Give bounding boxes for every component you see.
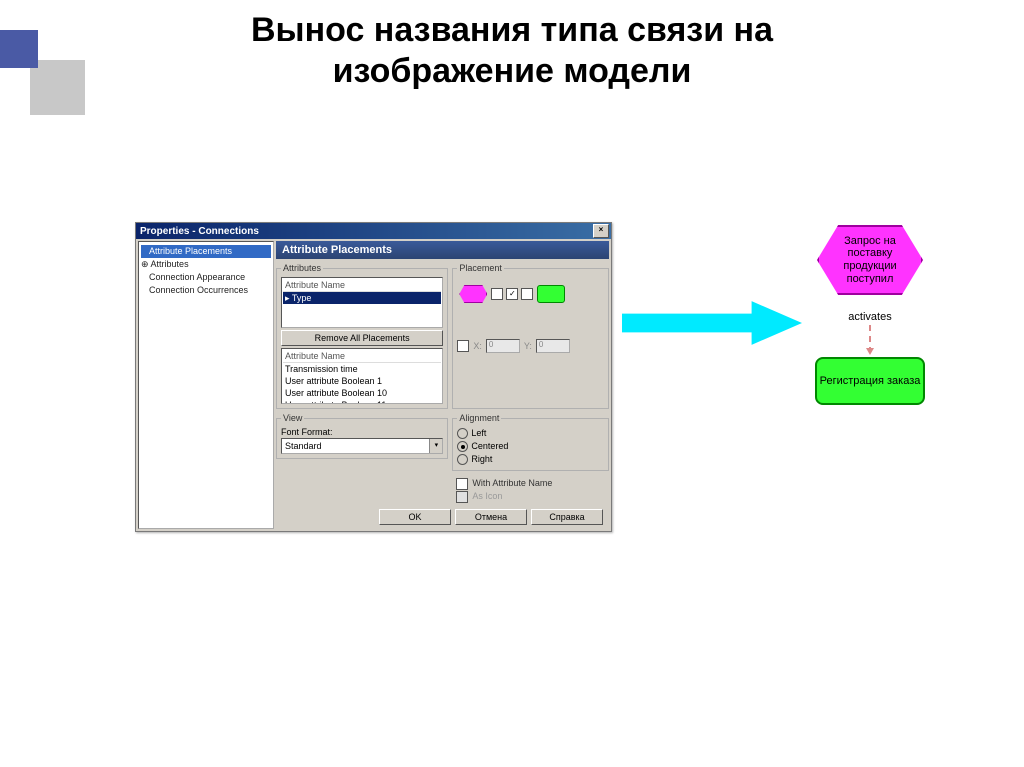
function-node: Регистрация заказа	[815, 357, 925, 405]
diagram: Запрос на поставку продукции поступил ac…	[790, 225, 950, 405]
list-header-top: Attribute Name	[283, 279, 441, 292]
connector-line	[869, 325, 871, 353]
x-input[interactable]: 0	[486, 339, 520, 353]
event-node: Запрос на поставку продукции поступил	[817, 225, 923, 295]
event-shape-icon[interactable]	[459, 285, 487, 303]
col-placement: Placement ✓	[452, 263, 609, 505]
font-format-dropdown[interactable]: Standard ▾	[281, 438, 443, 454]
slide-title: Вынос названия типа связи на изображение…	[0, 10, 1024, 92]
properties-dialog: Properties - Connections × Attribute Pla…	[135, 222, 612, 532]
view-legend: View	[281, 413, 304, 423]
list-header-bottom: Attribute Name	[283, 350, 441, 363]
y-input[interactable]: 0	[536, 339, 570, 353]
alignment-group: Alignment Left Centered Right	[452, 413, 609, 471]
function-shape-icon[interactable]	[537, 285, 565, 303]
dialog-buttons: OK Отмена Справка	[276, 505, 609, 529]
placement-preview: ✓	[457, 277, 604, 311]
content-panel: Attribute Placements Attributes Attribut…	[276, 239, 611, 531]
placement-checkboxes: ✓	[491, 288, 533, 300]
font-format-label: Font Format:	[281, 427, 443, 437]
placement-chk-1[interactable]	[491, 288, 503, 300]
section-header: Attribute Placements	[276, 241, 609, 259]
ok-button[interactable]: OK	[379, 509, 451, 525]
chk-with-attr-name[interactable]: With Attribute Name	[456, 477, 605, 490]
y-label: Y:	[524, 341, 532, 351]
tree-item-attributes[interactable]: ⊕ Attributes	[141, 258, 271, 271]
tree-item-connection-appearance[interactable]: Connection Appearance	[141, 271, 271, 284]
close-button[interactable]: ×	[593, 224, 609, 238]
event-text: Запрос на поставку продукции поступил	[833, 235, 907, 286]
list-row-type[interactable]: ▸ Type	[283, 292, 441, 304]
dropdown-arrow-icon: ▾	[429, 439, 442, 453]
main-cols: Attributes Attribute Name ▸ Type Remove …	[276, 263, 609, 505]
attr-item-3[interactable]: User attribute Boolean 11	[283, 399, 441, 404]
tree-item-connection-occurrences[interactable]: Connection Occurrences	[141, 284, 271, 297]
placement-group: Placement ✓	[452, 263, 609, 409]
remove-all-button[interactable]: Remove All Placements	[281, 330, 443, 346]
alignment-legend: Alignment	[457, 413, 501, 423]
xy-row: X: 0 Y: 0	[457, 339, 604, 353]
dialog-body: Attribute Placements ⊕ Attributes Connec…	[136, 239, 611, 531]
available-attributes-list[interactable]: Attribute Name Transmission time User at…	[281, 348, 443, 404]
attr-item-0[interactable]: Transmission time	[283, 363, 441, 375]
col-attributes: Attributes Attribute Name ▸ Type Remove …	[276, 263, 448, 505]
title-line2: изображение модели	[333, 52, 692, 90]
titlebar[interactable]: Properties - Connections ×	[136, 223, 611, 239]
chk-as-icon: As Icon	[456, 490, 605, 503]
tree-panel[interactable]: Attribute Placements ⊕ Attributes Connec…	[138, 241, 274, 529]
selected-attributes-list[interactable]: Attribute Name ▸ Type	[281, 277, 443, 328]
radio-left[interactable]: Left	[457, 427, 604, 440]
font-format-value: Standard	[285, 441, 322, 451]
radio-centered[interactable]: Centered	[457, 440, 604, 453]
attr-item-2[interactable]: User attribute Boolean 10	[283, 387, 441, 399]
title-line1: Вынос названия типа связи на	[251, 11, 773, 49]
x-label: X:	[473, 341, 482, 351]
big-arrow-icon	[622, 297, 802, 349]
close-icon: ×	[599, 225, 604, 234]
connector-label: activates	[790, 311, 950, 323]
placement-chk-3[interactable]	[521, 288, 533, 300]
titlebar-text: Properties - Connections	[138, 226, 593, 237]
attributes-group: Attributes Attribute Name ▸ Type Remove …	[276, 263, 448, 409]
help-button[interactable]: Справка	[531, 509, 603, 525]
function-text: Регистрация заказа	[820, 375, 921, 388]
radio-right[interactable]: Right	[457, 453, 604, 466]
cancel-button[interactable]: Отмена	[455, 509, 527, 525]
tree-item-attribute-placements[interactable]: Attribute Placements	[141, 245, 271, 258]
view-group: View Font Format: Standard ▾	[276, 413, 448, 459]
attributes-legend: Attributes	[281, 263, 323, 273]
xy-toggle[interactable]	[457, 340, 469, 352]
placement-legend: Placement	[457, 263, 504, 273]
placement-chk-2[interactable]: ✓	[506, 288, 518, 300]
attr-item-1[interactable]: User attribute Boolean 1	[283, 375, 441, 387]
